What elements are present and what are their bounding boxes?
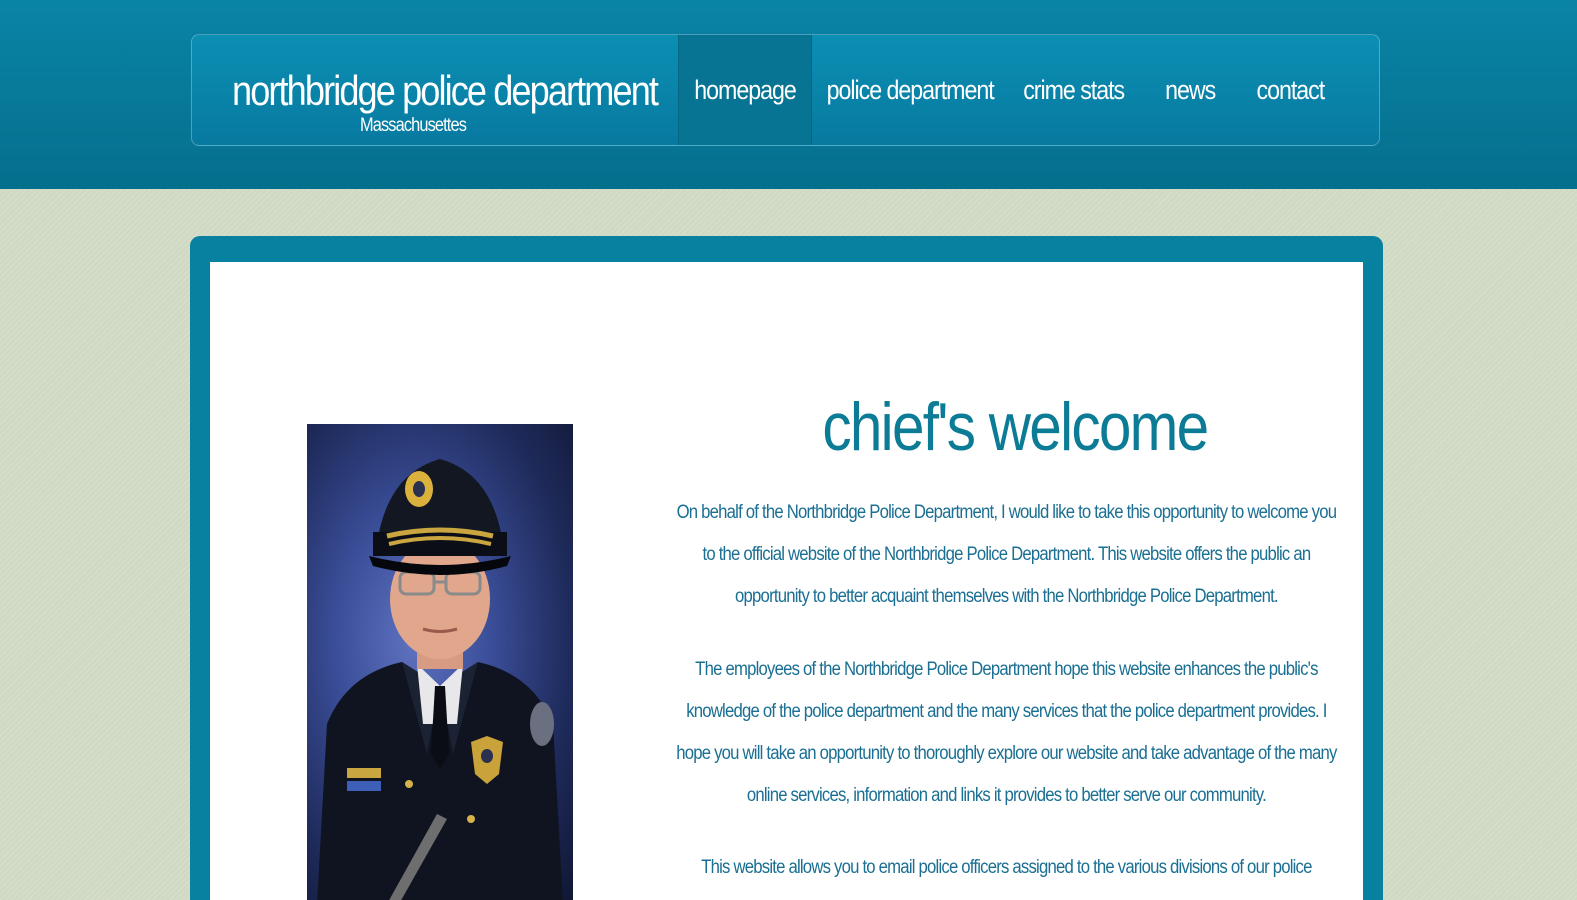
nav-homepage[interactable]: homepage (678, 35, 812, 145)
nav-contact-label: contact (1256, 74, 1325, 105)
welcome-paragraph-3-text: This website allows you to email police … (700, 857, 1312, 900)
content-panel: chief's welcome On behalf of the Northbr… (210, 262, 1363, 900)
nav-police-department-label: police department (826, 74, 994, 105)
nav-homepage-label: homepage (694, 74, 797, 105)
header-band: northbridge police department Massachuse… (0, 0, 1577, 189)
welcome-paragraph-3: This website allows you to email police … (672, 847, 1340, 900)
content-frame: chief's welcome On behalf of the Northbr… (190, 236, 1383, 900)
site-title: northbridge police department (232, 67, 659, 114)
welcome-paragraph-2-text: The employees of the Northbridge Police … (675, 659, 1337, 806)
welcome-paragraph-1: On behalf of the Northbridge Police Depa… (672, 492, 1340, 618)
nav-police-department[interactable]: police department (812, 35, 1008, 145)
site-subtitle: Massachusettes (360, 115, 467, 136)
welcome-paragraph-1-text: On behalf of the Northbridge Police Depa… (676, 502, 1336, 607)
nav-contact[interactable]: contact (1240, 35, 1340, 145)
nav-crime-stats[interactable]: crime stats (1008, 35, 1140, 145)
nav-news-label: news (1164, 74, 1216, 105)
main-nav: homepage police department crime stats n… (678, 35, 1340, 145)
header-box: northbridge police department Massachuse… (191, 34, 1380, 146)
page-title-text: chief's welcome (822, 389, 1209, 465)
welcome-paragraph-2: The employees of the Northbridge Police … (672, 649, 1340, 817)
nav-news[interactable]: news (1140, 35, 1240, 145)
nav-crime-stats-label: crime stats (1023, 74, 1126, 105)
chief-portrait-image (317, 459, 563, 900)
site-logo[interactable]: northbridge police department Massachuse… (232, 67, 726, 136)
page-title: chief's welcome (670, 392, 1360, 462)
chief-photo (307, 424, 573, 900)
